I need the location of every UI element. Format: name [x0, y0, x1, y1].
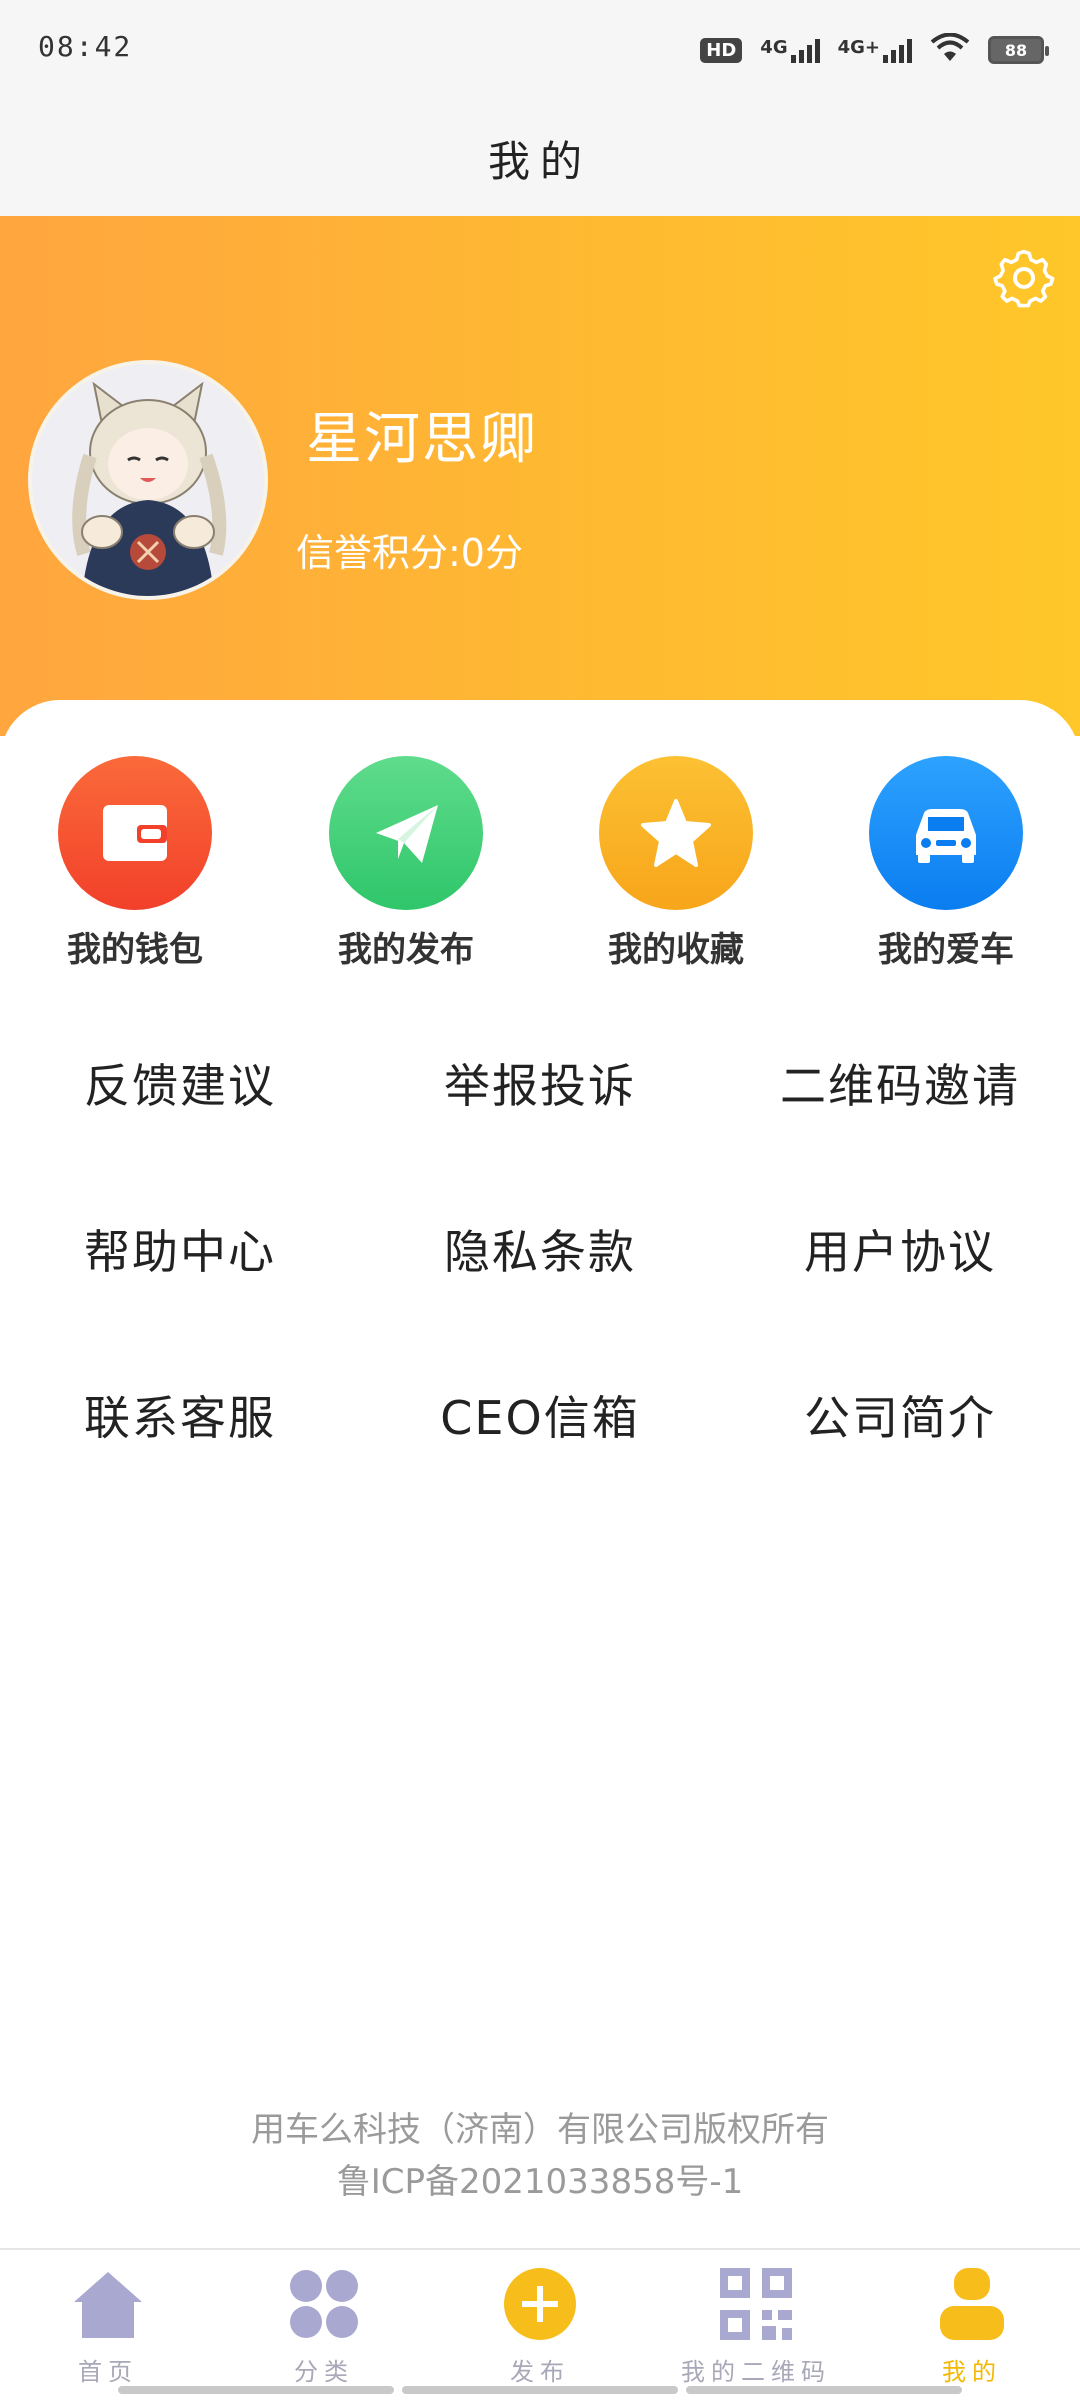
tab-label: 首页	[78, 2358, 138, 2386]
quick-circle	[58, 756, 212, 910]
menu-row: 联系客服 CEO信箱 公司简介	[0, 1332, 1080, 1498]
page-title: 我的	[487, 136, 592, 186]
quick-actions: 我的钱包 我的发布 我的收藏 我的爱车	[0, 756, 1080, 976]
menu-grid: 反馈建议 举报投诉 二维码邀请 帮助中心 隐私条款 用户协议 联系客服 CEO信…	[0, 1000, 1080, 1498]
menu-item-privacy[interactable]: 隐私条款	[360, 1166, 720, 1332]
status-bar: 08:42 HD 4G 4G+ 88	[0, 0, 1080, 100]
gesture-bar	[118, 2386, 962, 2394]
status-time: 08:42	[38, 30, 133, 63]
menu-row: 帮助中心 隐私条款 用户协议	[0, 1166, 1080, 1332]
wifi-icon	[930, 32, 970, 67]
status-icons: HD 4G 4G+ 88	[700, 30, 1049, 70]
net-label-1: 4G	[760, 37, 788, 58]
tab-mine[interactable]: 我的	[864, 2250, 1080, 2400]
menu-item-help-center[interactable]: 帮助中心	[0, 1166, 360, 1332]
menu-item-company-intro[interactable]: 公司简介	[720, 1332, 1080, 1498]
menu-item-user-agreement[interactable]: 用户协议	[720, 1166, 1080, 1332]
user-icon	[932, 2264, 1012, 2344]
avatar[interactable]	[28, 360, 268, 600]
tab-label: 我的	[942, 2358, 1002, 2386]
title-bar: 我的	[0, 100, 1080, 216]
menu-item-feedback[interactable]: 反馈建议	[0, 1000, 360, 1166]
signal-4g-icon: 4G	[760, 37, 820, 63]
avatar-illustration	[32, 364, 264, 596]
content-card: 我的钱包 我的发布 我的收藏 我的爱车 反馈建议 举报投诉 二维码邀请 帮助中心…	[0, 700, 1080, 2248]
credit-score: 信誉积分:0分	[296, 531, 523, 575]
tab-home[interactable]: 首页	[0, 2250, 216, 2400]
grid-icon	[284, 2264, 364, 2344]
quick-action-my-car[interactable]: 我的爱车	[846, 756, 1046, 971]
quick-circle	[599, 756, 753, 910]
signal-4g-plus-icon: 4G+	[838, 37, 912, 63]
bottom-tab-bar: 首页 分类 发布 我的二维码 我的	[0, 2248, 1080, 2400]
car-icon	[916, 809, 976, 863]
wallet-icon	[103, 805, 167, 861]
quick-action-favorites[interactable]: 我的收藏	[576, 756, 776, 971]
quick-action-posts[interactable]: 我的发布	[306, 756, 506, 971]
qr-code-icon	[716, 2264, 796, 2344]
icp-line: 鲁ICP备2021033858号-1	[336, 2162, 744, 2202]
profile-header: 星河思卿 信誉积分:0分	[0, 216, 1080, 736]
plus-circle-icon	[500, 2264, 580, 2344]
quick-label: 我的发布	[338, 930, 474, 970]
tab-my-qr-code[interactable]: 我的二维码	[648, 2250, 864, 2400]
tab-category[interactable]: 分类	[216, 2250, 432, 2400]
tab-label: 发布	[510, 2358, 570, 2386]
quick-circle	[329, 756, 483, 910]
menu-row: 反馈建议 举报投诉 二维码邀请	[0, 1000, 1080, 1166]
gear-icon	[993, 249, 1055, 308]
profile-page: 08:42 HD 4G 4G+ 88 我的 星河思卿 信誉积分:0分 我的钱包 …	[0, 0, 1080, 2400]
quick-label: 我的钱包	[67, 930, 203, 970]
tab-label: 我的二维码	[681, 2358, 831, 2386]
tab-publish[interactable]: 发布	[432, 2250, 648, 2400]
star-icon	[641, 799, 711, 867]
menu-item-ceo-mailbox[interactable]: CEO信箱	[360, 1332, 720, 1498]
username[interactable]: 星河思卿	[306, 394, 538, 475]
quick-circle	[869, 756, 1023, 910]
tab-label: 分类	[294, 2358, 354, 2386]
menu-item-contact-service[interactable]: 联系客服	[0, 1332, 360, 1498]
quick-label: 我的收藏	[608, 930, 744, 970]
menu-item-qr-invite[interactable]: 二维码邀请	[720, 1000, 1080, 1166]
copyright-line: 用车么科技（济南）有限公司版权所有	[251, 2110, 829, 2150]
settings-button[interactable]	[990, 244, 1058, 312]
menu-item-report[interactable]: 举报投诉	[360, 1000, 720, 1166]
copyright-footer: 用车么科技（济南）有限公司版权所有 鲁ICP备2021033858号-1	[0, 2104, 1080, 2208]
quick-action-wallet[interactable]: 我的钱包	[35, 756, 235, 971]
net-label-2: 4G+	[837, 37, 880, 58]
quick-label: 我的爱车	[878, 930, 1014, 970]
battery-icon: 88	[988, 36, 1049, 64]
hd-icon: HD	[700, 37, 743, 63]
home-icon	[68, 2264, 148, 2344]
paper-plane-icon	[376, 805, 438, 863]
